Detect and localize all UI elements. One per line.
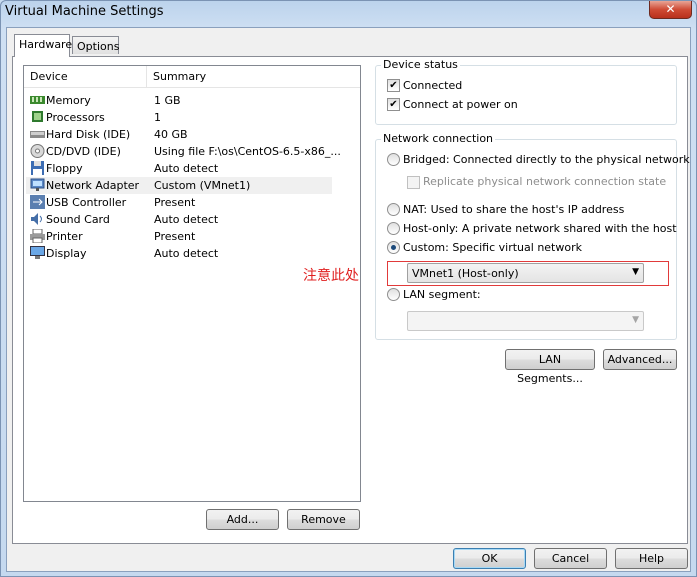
connected-checkbox[interactable]: ✔ [387, 79, 400, 92]
device-name: CD/DVD (IDE) [46, 145, 121, 158]
network-connection-legend: Network connection [381, 132, 496, 145]
device-summary: Auto detect [154, 162, 219, 175]
lan-segments-button[interactable]: LAN Segments... [505, 349, 595, 385]
printer-icon [30, 228, 45, 244]
device-name: Display [46, 247, 87, 260]
device-list-header: Device Summary [24, 66, 360, 88]
advanced-button[interactable]: Advanced... [603, 349, 677, 370]
hard-disk-icon [30, 127, 45, 141]
device-name: Printer [46, 230, 83, 243]
column-separator[interactable] [146, 66, 147, 88]
network-connection-group: Network connection Bridged: Connected di… [375, 132, 690, 340]
memory-icon [30, 93, 45, 107]
annotation-highlight-box [387, 261, 669, 286]
window-title: Virtual Machine Settings [5, 4, 164, 19]
tab-hardware[interactable]: Hardware [14, 34, 72, 57]
host-only-radio[interactable] [387, 222, 400, 235]
add-button[interactable]: Add... [206, 509, 279, 530]
tab-options[interactable]: Options [72, 36, 119, 54]
ok-button[interactable]: OK [453, 548, 526, 569]
usb-icon [30, 195, 45, 209]
lan-segment-label[interactable]: LAN segment: [403, 288, 481, 301]
floppy-icon [30, 161, 45, 175]
device-name: Hard Disk (IDE) [46, 128, 131, 141]
nat-label[interactable]: NAT: Used to share the host's IP address [403, 203, 624, 216]
device-row-display[interactable]: Display Auto detect [26, 245, 332, 262]
device-row-printer[interactable]: Printer Present [26, 228, 332, 245]
device-row-cd-dvd-ide[interactable]: CD/DVD (IDE) Using file F:\os\CentOS-6.5-… [26, 143, 341, 160]
network-adapter-icon [30, 178, 45, 192]
display-icon [30, 246, 45, 260]
device-summary: Using file F:\os\CentOS-6.5-x86_... [154, 145, 341, 158]
device-summary: Auto detect [154, 247, 219, 260]
device-row-hard-disk-ide[interactable]: Hard Disk (IDE) 40 GB [26, 126, 332, 143]
connect-at-power-on-label[interactable]: Connect at power on [403, 98, 518, 111]
annotation-text: 注意此处 [303, 268, 359, 284]
remove-button[interactable]: Remove [287, 509, 360, 530]
column-header-summary[interactable]: Summary [153, 70, 206, 83]
device-summary: Auto detect [154, 213, 219, 226]
device-summary: 1 [154, 111, 161, 124]
device-row-sound-card[interactable]: Sound Card Auto detect [26, 211, 332, 228]
bridged-radio[interactable] [387, 153, 400, 166]
device-row-memory[interactable]: Memory 1 GB [26, 92, 332, 109]
device-row-network-adapter[interactable]: Network Adapter Custom (VMnet1) [26, 177, 332, 194]
device-summary: Present [154, 230, 196, 243]
nat-radio[interactable] [387, 203, 400, 216]
dialog-client-area: Hardware Options Device Summary Memory 1 … [6, 27, 691, 572]
device-name: USB Controller [46, 196, 127, 209]
replicate-state-label[interactable]: Replicate physical network connection st… [423, 175, 666, 188]
device-name: Network Adapter [46, 179, 140, 192]
device-status-legend: Device status [381, 58, 460, 71]
connect-at-power-on-checkbox[interactable]: ✔ [387, 98, 400, 111]
device-name: Processors [46, 111, 105, 124]
device-summary: 1 GB [154, 94, 181, 107]
hardware-tab-panel: Device Summary Memory 1 GB Processors 1 Hard… [12, 56, 690, 544]
device-row-floppy[interactable]: Floppy Auto detect [26, 160, 332, 177]
device-summary: 40 GB [154, 128, 188, 141]
virtual-machine-settings-window: Virtual Machine Settings ✕ Hardware Opti… [0, 0, 697, 577]
device-summary: Present [154, 196, 196, 209]
processor-icon [30, 110, 45, 124]
cancel-button[interactable]: Cancel [534, 548, 607, 569]
device-name: Floppy [46, 162, 83, 175]
custom-radio[interactable] [387, 241, 400, 254]
chevron-down-icon: ▼ [632, 315, 639, 325]
sound-icon [30, 212, 45, 226]
device-row-usb-controller[interactable]: USB Controller Present [26, 194, 332, 211]
cd-dvd-icon [30, 144, 45, 158]
bridged-label[interactable]: Bridged: Connected directly to the physi… [403, 153, 690, 166]
lan-segment-select[interactable]: ▼ [407, 311, 644, 331]
column-header-device[interactable]: Device [30, 70, 68, 83]
device-name: Memory [46, 94, 91, 107]
help-button[interactable]: Help [615, 548, 688, 569]
device-row-processors[interactable]: Processors 1 [26, 109, 332, 126]
title-bar[interactable]: Virtual Machine Settings ✕ [1, 1, 696, 27]
device-status-group: Device status ✔ Connected ✔ Connect at p… [375, 58, 677, 125]
custom-label[interactable]: Custom: Specific virtual network [403, 241, 582, 254]
device-name: Sound Card [46, 213, 110, 226]
device-summary: Custom (VMnet1) [154, 179, 251, 192]
lan-segment-radio[interactable] [387, 288, 400, 301]
replicate-state-checkbox[interactable] [407, 176, 420, 189]
close-button[interactable]: ✕ [649, 1, 692, 19]
connected-label[interactable]: Connected [403, 79, 462, 92]
host-only-label[interactable]: Host-only: A private network shared with… [403, 222, 677, 235]
